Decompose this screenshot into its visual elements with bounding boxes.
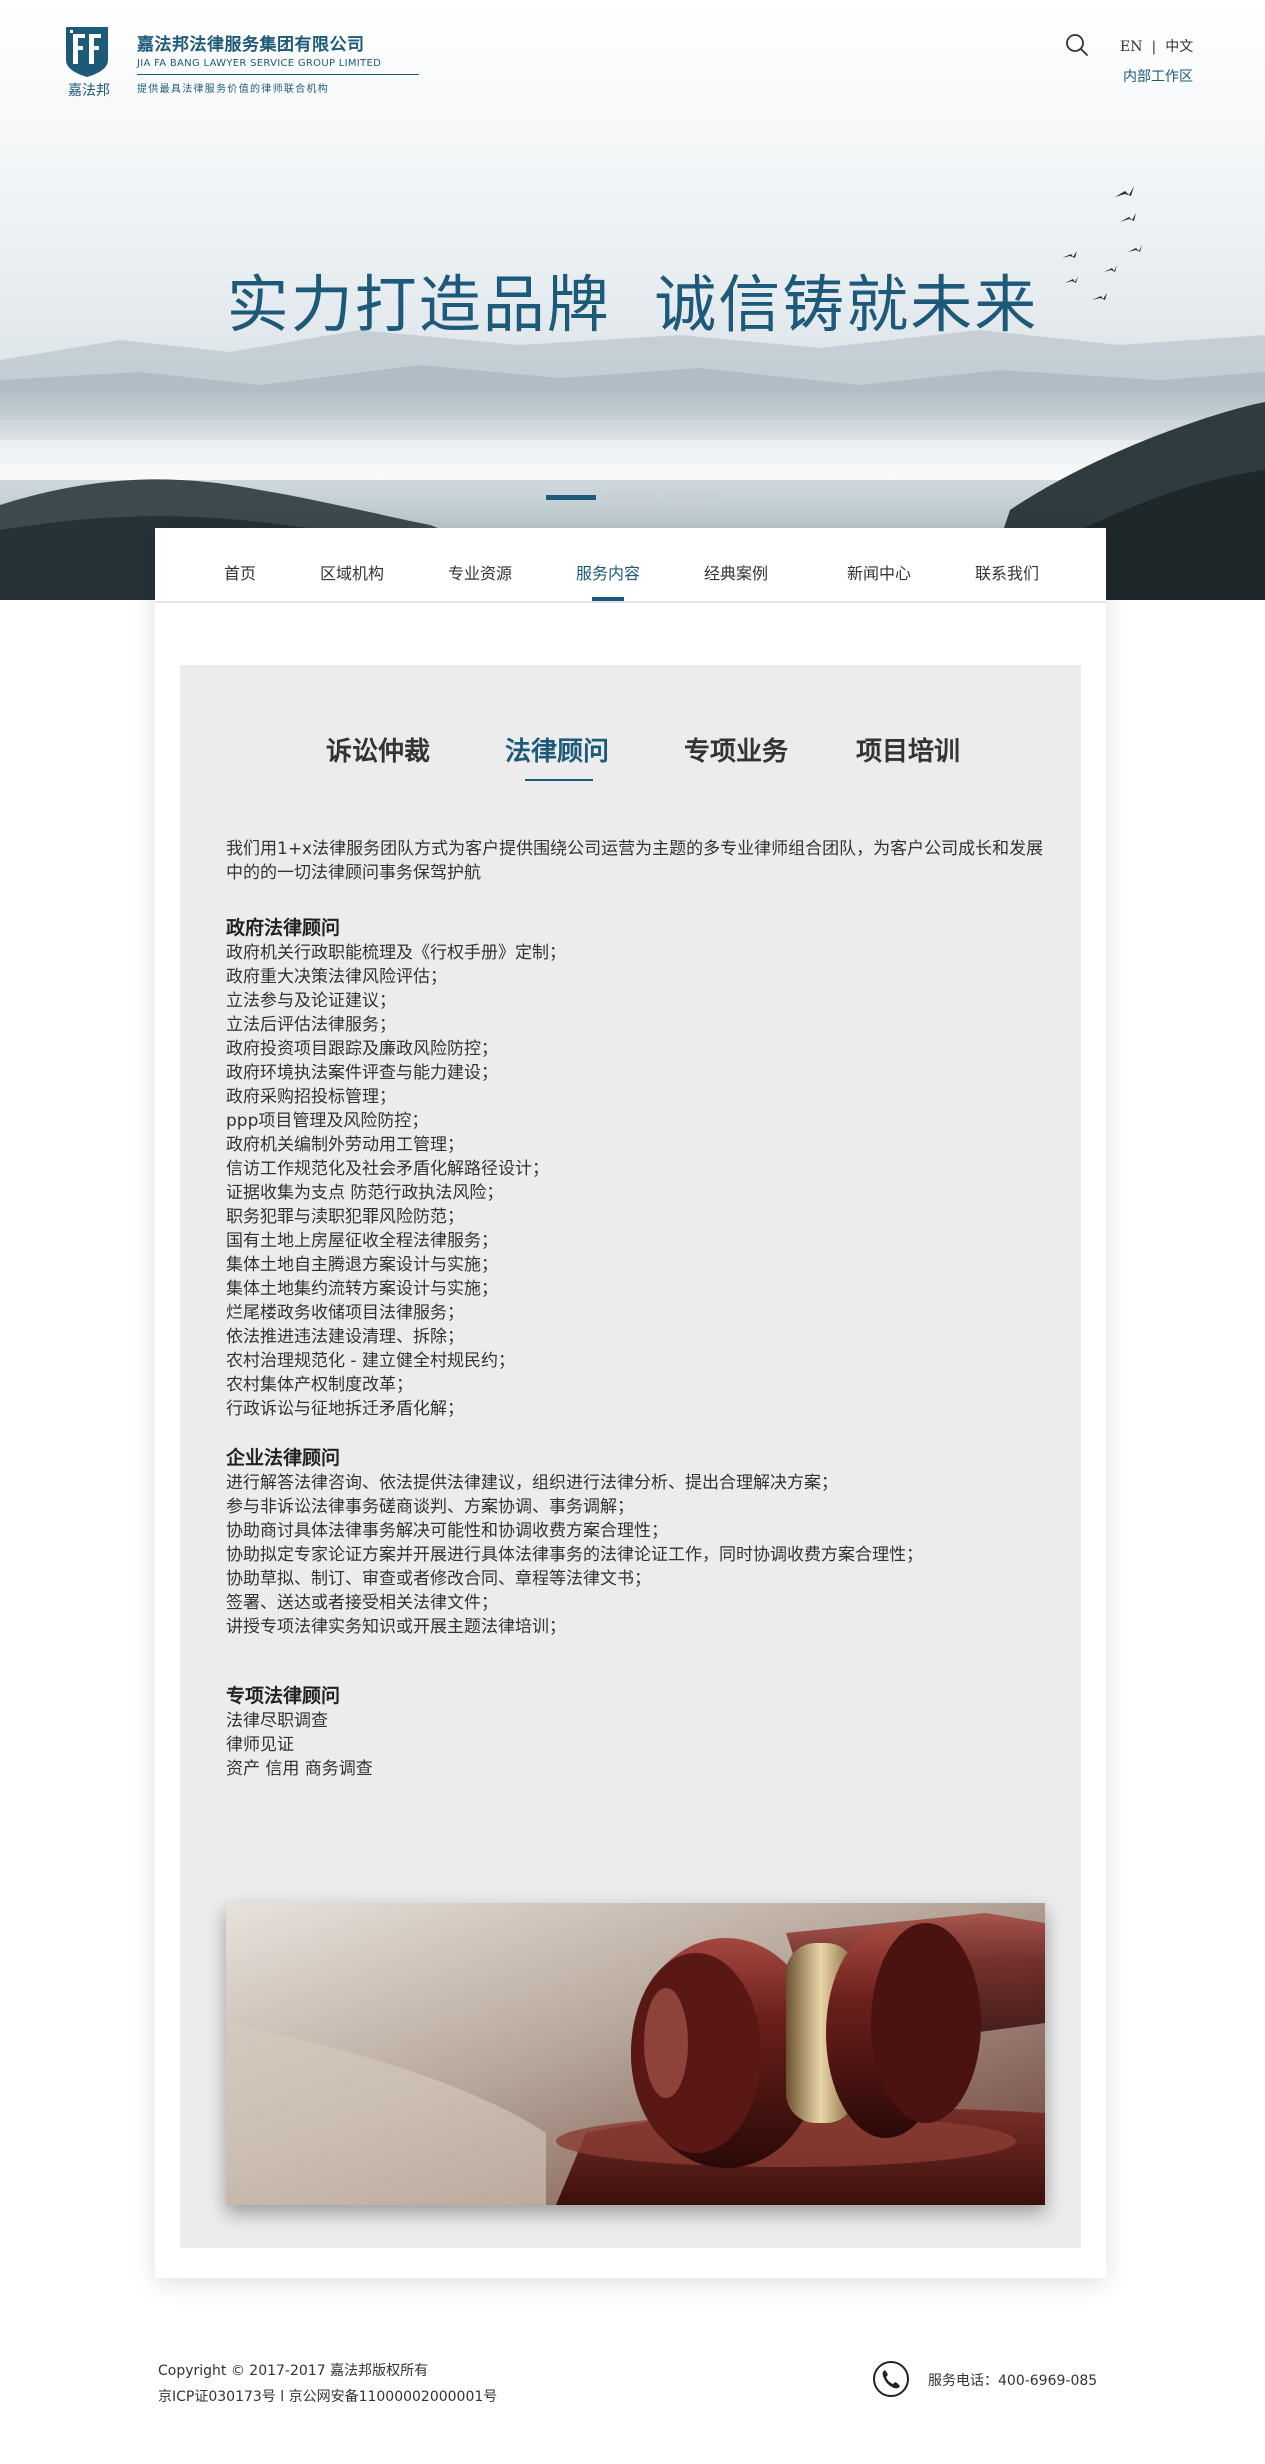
list-item: 政府机关编制外劳动用工管理； <box>226 1135 464 1155</box>
service-content: 诉讼仲裁 法律顾问 专项业务 项目培训 我们用1+x法律服务团队方式为客户提供围… <box>180 665 1081 2248</box>
section-special-counsel: 专项法律顾问 法律尽职调查 律师见证 资产 信用 商务调查 <box>226 1683 1056 1781</box>
list-item: 政府重大决策法律风险评估； <box>226 967 447 987</box>
section-title: 政府法律顾问 <box>226 917 341 939</box>
company-name-cn: 嘉法邦法律服务集团有限公司 <box>137 35 365 55</box>
list-item: 集体土地自主腾退方案设计与实施； <box>226 1255 498 1275</box>
nav-item-contact[interactable]: 联系我们 <box>975 560 1039 584</box>
lang-cn-link[interactable]: 中文 <box>1165 36 1193 56</box>
list-item: 行政诉讼与征地拆迁矛盾化解； <box>226 1399 464 1419</box>
list-item: 职务犯罪与渎职犯罪风险防范； <box>226 1207 464 1227</box>
nav-active-indicator <box>592 597 624 601</box>
list-item: 进行解答法律咨询、依法提供法律建议，组织进行法律分析、提出合理解决方案； <box>226 1473 838 1493</box>
search-icon <box>1066 34 1088 56</box>
list-item: 农村集体产权制度改革； <box>226 1375 413 1395</box>
nav-item-home[interactable]: 首页 <box>224 560 256 584</box>
list-item: 讲授专项法律实务知识或开展主题法律培训； <box>226 1617 566 1637</box>
list-item: 政府采购招投标管理； <box>226 1087 396 1107</box>
nav-item-resources[interactable]: 专业资源 <box>448 560 512 584</box>
nav-item-cases[interactable]: 经典案例 <box>704 560 768 584</box>
tab-legal-counsel[interactable]: 法律顾问 <box>505 731 609 768</box>
list-item: 资产 信用 商务调查 <box>226 1759 373 1779</box>
carousel-dot-2[interactable] <box>606 495 656 500</box>
nav-item-news[interactable]: 新闻中心 <box>847 560 911 584</box>
service-tabs: 诉讼仲裁 法律顾问 专项业务 项目培训 <box>180 665 1081 795</box>
main-card: 首页 区域机构 专业资源 服务内容 经典案例 新闻中心 联系我们 诉讼仲裁 法律… <box>155 528 1106 2278</box>
list-item: 国有土地上房屋征收全程法律服务； <box>226 1231 498 1251</box>
logo-mark-text: 嘉法邦 <box>68 83 110 99</box>
site-footer: Copyright © 2017-2017 嘉法邦版权所有 京ICP证03017… <box>0 2330 1265 2464</box>
main-nav: 首页 区域机构 专业资源 服务内容 经典案例 新闻中心 联系我们 <box>155 528 1106 603</box>
tab-special-business[interactable]: 专项业务 <box>684 731 788 768</box>
list-item: 签署、送达或者接受相关法律文件； <box>226 1593 498 1613</box>
site-logo[interactable]: 嘉法邦 嘉法邦法律服务集团有限公司 JIA FA BANG LAWYER SER… <box>62 24 419 104</box>
list-item: 依法推进违法建设清理、拆除； <box>226 1327 464 1347</box>
nav-item-regions[interactable]: 区域机构 <box>320 560 384 584</box>
icp-text: 京ICP证030173号 l 京公网安备11000002000001号 <box>158 2389 498 2405</box>
logo-divider <box>137 74 419 75</box>
internal-workspace-link[interactable]: 内部工作区 <box>1123 66 1193 86</box>
carousel-dot-1[interactable] <box>546 495 596 500</box>
list-item: 参与非诉讼法律事务磋商谈判、方案协调、事务调解； <box>226 1497 634 1517</box>
site-header: 嘉法邦 嘉法邦法律服务集团有限公司 JIA FA BANG LAWYER SER… <box>0 0 1265 120</box>
list-item: 法律尽职调查 <box>226 1711 328 1731</box>
section-enterprise-counsel: 企业法律顾问 进行解答法律咨询、依法提供法律建议，组织进行法律分析、提出合理解决… <box>226 1445 1056 1639</box>
intro-paragraph: 我们用1+x法律服务团队方式为客户提供围绕公司运营为主题的多专业律师组合团队，为… <box>226 839 1044 883</box>
tab-project-training[interactable]: 项目培训 <box>856 731 960 768</box>
gavel-illustration <box>226 1903 1045 2205</box>
lang-en-link[interactable]: EN <box>1120 39 1142 55</box>
logo-shield-icon <box>66 27 108 77</box>
list-item: 律师见证 <box>226 1735 294 1755</box>
company-slogan: 提供最具法律服务价值的律师联合机构 <box>137 84 330 95</box>
nav-item-services[interactable]: 服务内容 <box>576 560 640 584</box>
list-item: 政府机关行政职能梳理及《行权手册》定制； <box>226 943 566 963</box>
section-title: 企业法律顾问 <box>226 1447 341 1469</box>
list-item: 协助草拟、制订、审查或者修改合同、章程等法律文书； <box>226 1569 651 1589</box>
tab-litigation[interactable]: 诉讼仲裁 <box>326 731 430 768</box>
list-item: 集体土地集约流转方案设计与实施； <box>226 1279 498 1299</box>
copyright-text: Copyright © 2017-2017 嘉法邦版权所有 <box>158 2363 429 2379</box>
list-item: ppp项目管理及风险防控； <box>226 1111 429 1131</box>
search-button[interactable] <box>1064 32 1090 58</box>
tab-active-indicator <box>525 779 593 781</box>
section-government-counsel: 政府法律顾问 政府机关行政职能梳理及《行权手册》定制； 政府重大决策法律风险评估… <box>226 915 1056 1421</box>
list-item: 农村治理规范化 - 建立健全村规民约； <box>226 1351 515 1371</box>
list-item: 信访工作规范化及社会矛盾化解路径设计； <box>226 1159 549 1179</box>
service-phone: 服务电话：400-6969-085 <box>928 2373 1098 2389</box>
phone-icon <box>872 2360 910 2398</box>
section-title: 专项法律顾问 <box>226 1685 341 1707</box>
list-item: 协助拟定专家论证方案并开展进行具体法律事务的法律论证工作，同时协调收费方案合理性… <box>226 1545 923 1565</box>
language-switcher: EN | 中文 <box>1120 36 1193 56</box>
list-item: 政府环境执法案件评查与能力建设； <box>226 1063 498 1083</box>
banner-title: 实力打造品牌 诚信铸就未来 <box>226 268 1039 341</box>
carousel-dot-3[interactable] <box>666 495 716 500</box>
list-item: 立法参与及论证建议； <box>226 991 396 1011</box>
carousel-indicators <box>546 495 716 500</box>
gavel-image <box>226 1903 1045 2205</box>
list-item: 证据收集为支点 防范行政执法风险； <box>226 1183 504 1203</box>
company-name-en: JIA FA BANG LAWYER SERVICE GROUP LIMITED <box>137 58 382 69</box>
list-item: 立法后评估法律服务； <box>226 1015 396 1035</box>
list-item: 政府投资项目跟踪及廉政风险防控； <box>226 1039 498 1059</box>
list-item: 烂尾楼政务收储项目法律服务； <box>226 1303 464 1323</box>
lang-separator: | <box>1151 39 1157 55</box>
list-item: 协助商讨具体法律事务解决可能性和协调收费方案合理性； <box>226 1521 668 1541</box>
